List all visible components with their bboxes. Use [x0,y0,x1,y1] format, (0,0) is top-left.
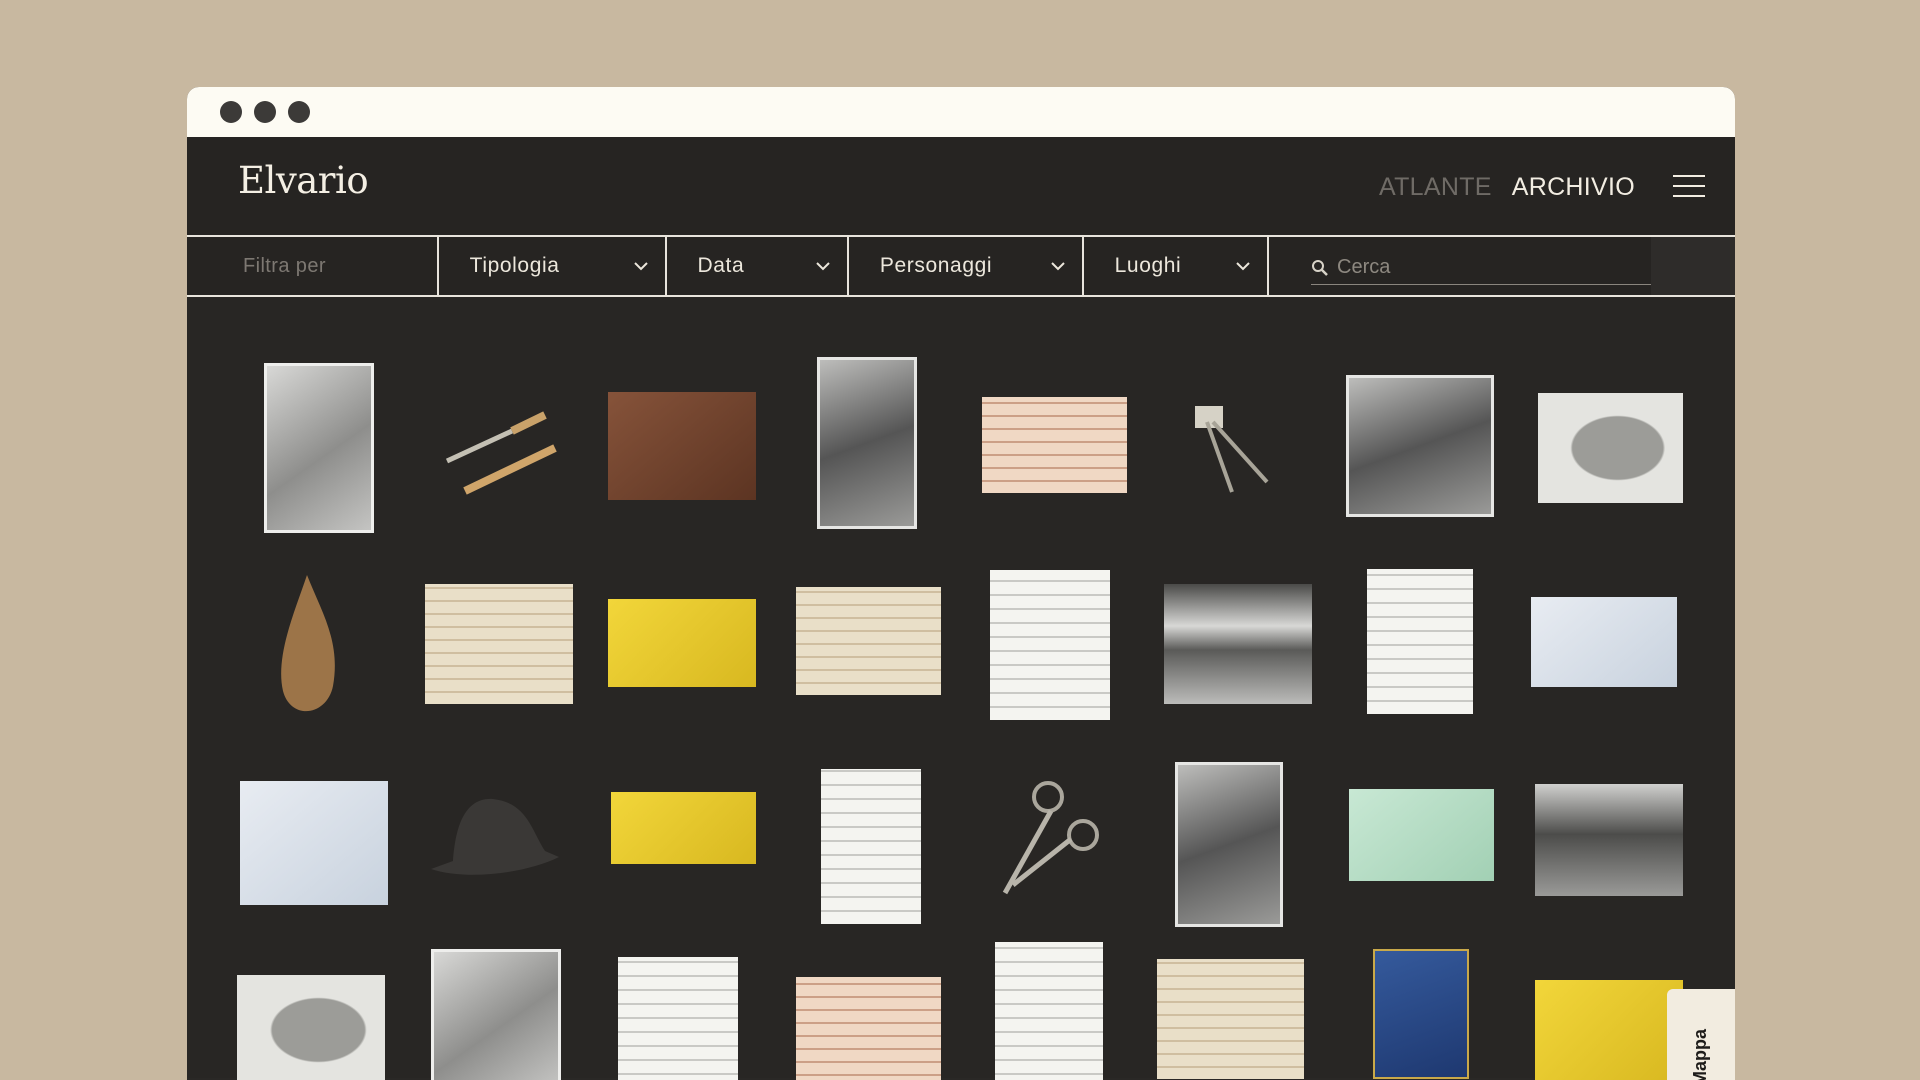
archive-item-document[interactable] [982,397,1127,493]
archive-item-book[interactable] [608,392,756,500]
archive-item-photo[interactable] [431,949,561,1080]
archive-item-photo[interactable] [1346,375,1494,517]
archive-item-envelope[interactable] [1531,597,1677,687]
chevron-down-icon [1050,262,1065,271]
dropdown-luoghi[interactable]: Luoghi [1084,237,1269,295]
chevron-down-icon [1236,262,1250,271]
chevron-down-icon [633,262,648,271]
dropdown-label: Tipologia [469,254,560,277]
archive-item-scissors[interactable] [993,775,1103,900]
archive-item-photo[interactable] [817,357,917,529]
browser-window: Elvario ATLANTE ARCHIVIO Filtra per Tipo… [187,87,1735,1080]
archive-item-catalogue[interactable] [995,942,1103,1080]
archive-item-receipt[interactable] [611,792,756,864]
nav-archivio[interactable]: ARCHIVIO [1512,173,1635,202]
main-nav: ATLANTE ARCHIVIO [1379,173,1635,202]
archive-item-landscape[interactable] [1164,584,1312,704]
filter-label: Filtra per [187,237,439,295]
search-icon [1312,259,1328,276]
dropdown-label: Luoghi [1114,254,1182,277]
dropdown-data[interactable]: Data [667,237,849,295]
archive-item-tool[interactable] [1177,392,1277,502]
archive-grid: Mappa [187,297,1735,1080]
archive-item-hat[interactable] [427,785,565,885]
menu-icon[interactable] [1673,175,1705,197]
search-input[interactable] [1337,256,1627,279]
archive-item-map[interactable] [237,975,385,1080]
window-titlebar [187,87,1735,137]
search-field [1311,251,1651,285]
map-side-tab[interactable]: Mappa [1667,989,1735,1080]
chevron-down-icon [816,262,830,271]
archive-item-envelope[interactable] [1349,789,1494,881]
site-header: Elvario ATLANTE ARCHIVIO [187,137,1735,237]
archive-item-receipt[interactable] [1535,980,1683,1080]
archive-item-passport[interactable] [1373,949,1469,1079]
archive-item-photo[interactable] [264,363,374,533]
archive-item-document[interactable] [990,570,1110,720]
map-tab-label: Mappa [1690,1028,1711,1080]
site-logo[interactable]: Elvario [238,159,369,202]
archive-item-envelope[interactable] [240,781,388,905]
archive-item-letter[interactable] [425,584,573,704]
window-dot[interactable] [254,101,276,123]
archive-item-photo[interactable] [1175,762,1283,927]
dropdown-tipologia[interactable]: Tipologia [439,237,667,295]
archive-item-hair[interactable] [271,571,343,726]
archive-item-receipt[interactable] [608,599,756,687]
filter-bar: Filtra per Tipologia Data Personaggi Luo… [187,237,1735,297]
nav-atlante[interactable]: ATLANTE [1379,173,1492,202]
archive-item-document[interactable] [618,957,738,1080]
archive-item-document[interactable] [1367,569,1473,714]
dropdown-label: Personaggi [879,254,993,277]
archive-item-knife[interactable] [437,393,567,503]
archive-item-landscape[interactable] [1535,784,1683,896]
window-dot[interactable] [220,101,242,123]
dropdown-label: Data [697,254,745,277]
dropdown-personaggi[interactable]: Personaggi [849,237,1084,295]
search-area [1269,237,1651,295]
archive-item-document[interactable] [821,769,921,924]
archive-item-letter[interactable] [1157,959,1304,1079]
window-dot[interactable] [288,101,310,123]
search-end [1651,237,1735,295]
archive-item-passport[interactable] [796,587,941,695]
archive-item-map[interactable] [1538,393,1683,503]
archive-item-letter[interactable] [796,977,941,1080]
